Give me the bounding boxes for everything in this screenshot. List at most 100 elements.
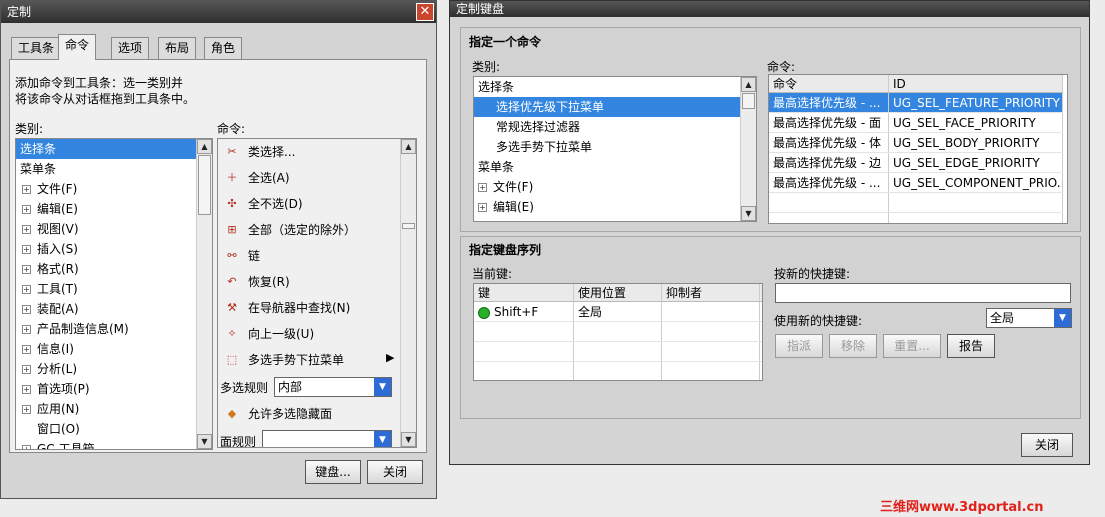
expand-icon[interactable]: + xyxy=(22,405,31,414)
chevron-down-icon[interactable]: ▼ xyxy=(374,431,391,447)
command-item[interactable]: ⚒ 在导航器中查找(N) xyxy=(218,295,416,321)
close-button[interactable]: 关闭 xyxy=(367,460,423,484)
scroll-thumb[interactable] xyxy=(198,155,211,215)
expand-icon[interactable]: + xyxy=(22,305,31,314)
report-button[interactable]: 报告 xyxy=(947,334,995,358)
scroll-up-icon[interactable]: ▲ xyxy=(401,139,416,154)
scroll-down-icon[interactable]: ▼ xyxy=(741,206,756,221)
kb-command-row[interactable]: 最高选择优先级 - 面 UG_SEL_FACE_PRIORITY xyxy=(769,113,1067,133)
tab-toolbar[interactable]: 工具条 xyxy=(11,37,62,59)
key-row[interactable]: Shift+F 全局 xyxy=(474,302,762,322)
category-item[interactable]: + 首选项(P) xyxy=(16,379,212,399)
category-item[interactable]: 选择条 xyxy=(16,139,212,159)
kb-command-row[interactable]: 最高选择优先级 - 体 UG_SEL_BODY_PRIORITY xyxy=(769,133,1067,153)
command-item[interactable]: ↶ 恢复(R) xyxy=(218,269,416,295)
kb-category-scrollbar[interactable]: ▲ ▼ xyxy=(740,77,756,221)
category-item[interactable]: + 文件(F) xyxy=(16,179,212,199)
kb-category-item[interactable]: 常规选择过滤器 xyxy=(474,117,740,137)
keyboard-button[interactable]: 键盘... xyxy=(305,460,361,484)
command-scrollbar[interactable]: ▲ ▼ xyxy=(400,139,416,447)
column-header-location[interactable]: 使用位置 xyxy=(574,284,662,301)
kb-category-item[interactable]: 选择优先级下拉菜单 xyxy=(474,97,740,117)
kb-category-item[interactable]: 多选手势下拉菜单 xyxy=(474,137,740,157)
keyboard-title-bar[interactable]: 定制键盘 xyxy=(450,1,1089,17)
category-item[interactable]: 菜单条 xyxy=(16,159,212,179)
expand-icon[interactable]: + xyxy=(22,385,31,394)
submenu-arrow-icon[interactable]: ▶ xyxy=(386,351,394,364)
kb-category-item[interactable]: + 文件(F) xyxy=(474,177,756,197)
press-new-shortcut-input[interactable] xyxy=(775,283,1071,303)
tab-commands[interactable]: 命令 xyxy=(58,34,97,60)
category-item[interactable]: + 视图(V) xyxy=(16,219,212,239)
column-header-command[interactable]: 命令 xyxy=(769,75,889,92)
category-item[interactable]: + 应用(N) xyxy=(16,399,212,419)
close-icon[interactable]: ✕ xyxy=(416,3,434,21)
expand-icon[interactable]: + xyxy=(478,203,487,212)
expand-icon[interactable]: + xyxy=(22,265,31,274)
kb-command-id: UG_SEL_FACE_PRIORITY xyxy=(889,113,1063,132)
face-rule-select[interactable]: ▼ xyxy=(262,430,392,447)
expand-icon[interactable]: + xyxy=(22,205,31,214)
scroll-down-icon[interactable]: ▼ xyxy=(401,432,416,447)
category-item[interactable]: + 分析(L) xyxy=(16,359,212,379)
kb-close-button[interactable]: 关闭 xyxy=(1021,433,1073,457)
tab-layout[interactable]: 布局 xyxy=(158,37,197,59)
current-keys-table[interactable]: 键使用位置 抑制者 Shift+F 全局 xyxy=(473,283,763,381)
kb-command-row[interactable]: 最高选择优先级 - ... UG_SEL_FEATURE_PRIORITY xyxy=(769,93,1067,113)
command-item[interactable]: ✣ 全不选(D) xyxy=(218,191,416,217)
category-item[interactable]: + 产品制造信息(M) xyxy=(16,319,212,339)
use-new-shortcut-select[interactable]: 全局 ▼ xyxy=(986,308,1072,328)
expand-icon[interactable]: + xyxy=(478,183,487,192)
scroll-up-icon[interactable]: ▲ xyxy=(197,139,212,154)
category-list[interactable]: 选择条 菜单条 + 文件(F) + 编辑(E) + 视图(V) + 插入(S) + 格式(R) + 工具(… xyxy=(15,138,213,450)
category-item[interactable]: + 编辑(E) xyxy=(16,199,212,219)
kb-command-row[interactable]: 最高选择优先级 - ... UG_SEL_COMPONENT_PRIO... xyxy=(769,173,1067,193)
expand-icon[interactable]: + xyxy=(22,445,31,449)
column-header-key[interactable]: 键 xyxy=(474,284,574,301)
kb-category-item[interactable]: 选择条 xyxy=(474,77,756,97)
category-item[interactable]: + 信息(I) xyxy=(16,339,212,359)
chevron-down-icon[interactable]: ▼ xyxy=(374,378,391,396)
expand-icon[interactable]: + xyxy=(22,245,31,254)
scroll-thumb[interactable] xyxy=(742,93,755,109)
expand-icon[interactable]: + xyxy=(22,325,31,334)
command-item[interactable]: ✧ 向上一级(U) xyxy=(218,321,416,347)
chevron-down-icon[interactable]: ▼ xyxy=(1054,309,1071,327)
command-item[interactable]: ✂ 类选择... xyxy=(218,139,416,165)
category-item[interactable]: + 装配(A) xyxy=(16,299,212,319)
remove-button[interactable]: 移除 xyxy=(829,334,877,358)
customize-title-bar[interactable]: 定制 xyxy=(1,1,436,23)
command-item[interactable]: ⊞ 全部（选定的除外） xyxy=(218,217,416,243)
reset-button[interactable]: 重置... xyxy=(883,334,941,358)
category-scrollbar[interactable]: ▲ ▼ xyxy=(196,139,212,449)
category-item[interactable]: + 格式(R) xyxy=(16,259,212,279)
scroll-up-icon[interactable]: ▲ xyxy=(741,77,756,92)
tab-options[interactable]: 选项 xyxy=(111,37,150,59)
expand-icon[interactable]: + xyxy=(22,285,31,294)
kb-category-list[interactable]: 选择条 选择优先级下拉菜单 常规选择过滤器 多选手势下拉菜单 菜单条 + 文件(F) + 编辑(… xyxy=(473,76,757,222)
tab-roles[interactable]: 角色 xyxy=(204,37,243,59)
command-item[interactable]: ⚯ 链 xyxy=(218,243,416,269)
kb-category-item[interactable]: 菜单条 xyxy=(474,157,756,177)
column-header-id[interactable]: ID xyxy=(889,75,1063,92)
command-list[interactable]: ✂ 类选择... ＋全选(A) ✣ 全不选(D) ⊞ 全部（选定的除外） ⚯ 链 ↶ 恢复(R) ⚒ 在… xyxy=(217,138,417,448)
kb-command-table[interactable]: 命令 ID 最高选择优先级 - ... UG_SEL_FEATURE_PRIORIT… xyxy=(768,74,1068,224)
category-item[interactable]: 窗口(O) xyxy=(16,419,212,439)
category-item[interactable]: + 工具(T) xyxy=(16,279,212,299)
kb-command-row[interactable]: 最高选择优先级 - 边 UG_SEL_EDGE_PRIORITY xyxy=(769,153,1067,173)
assign-button[interactable]: 指派 xyxy=(775,334,823,358)
allow-hidden-item[interactable]: ◆ 允许多选隐藏面 xyxy=(218,401,332,427)
category-item[interactable]: + 插入(S) xyxy=(16,239,212,259)
column-header-suppressor[interactable]: 抑制者 xyxy=(662,284,760,301)
scroll-thumb[interactable] xyxy=(402,223,415,229)
expand-icon[interactable]: + xyxy=(22,185,31,194)
command-item[interactable]: ＋ 全选(A) xyxy=(218,165,416,191)
category-item[interactable]: + GC 工具箱 xyxy=(16,439,212,449)
expand-icon[interactable]: + xyxy=(22,365,31,374)
scroll-down-icon[interactable]: ▼ xyxy=(197,434,212,449)
expand-icon[interactable]: + xyxy=(22,345,31,354)
kb-category-item[interactable]: + 编辑(E) xyxy=(474,197,756,217)
multi-select-rule-select[interactable]: 内部 ▼ xyxy=(274,377,392,397)
expand-icon[interactable]: + xyxy=(22,225,31,234)
kb-category-item[interactable]: +视图(V) xyxy=(474,217,756,221)
